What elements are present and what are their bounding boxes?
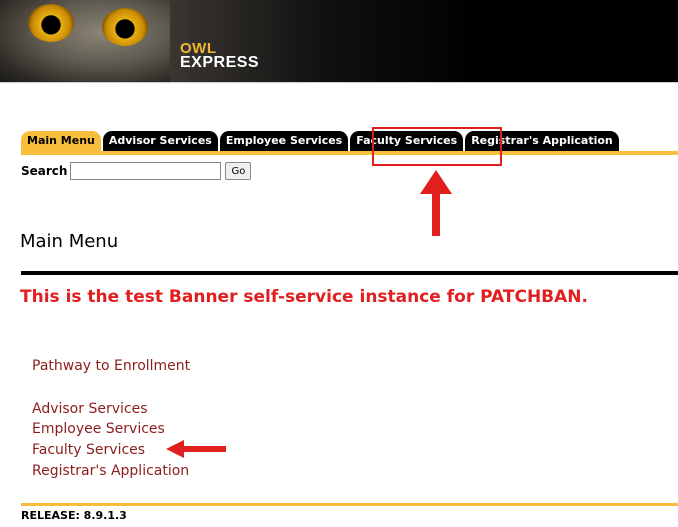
link-pathway-to-enrollment[interactable]: Pathway to Enrollment — [32, 358, 190, 374]
red-arrow-left-icon — [166, 440, 226, 458]
link-advisor-services[interactable]: Advisor Services — [32, 401, 148, 417]
link-employee-services[interactable]: Employee Services — [32, 421, 165, 437]
search-form: Search Go — [21, 162, 252, 180]
tab-employee-services[interactable]: Employee Services — [219, 131, 349, 151]
test-instance-notice: This is the test Banner self-service ins… — [20, 287, 588, 307]
footer-divider — [21, 503, 678, 506]
owl-logo-image — [0, 0, 170, 82]
red-arrow-up-icon — [420, 170, 452, 236]
title-divider — [21, 271, 678, 275]
go-button[interactable]: Go — [225, 162, 252, 180]
faculty-services-highlight-box — [372, 127, 502, 166]
link-registrars-application[interactable]: Registrar's Application — [32, 463, 189, 479]
link-faculty-services[interactable]: Faculty Services — [32, 442, 145, 458]
header-banner: OWL EXPRESS — [0, 0, 678, 83]
owl-express-logo: OWL EXPRESS — [180, 41, 260, 71]
owl-eye-left — [28, 4, 74, 42]
tab-main-menu[interactable]: Main Menu — [21, 131, 101, 151]
search-label: Search — [21, 164, 68, 178]
tab-advisor-services[interactable]: Advisor Services — [102, 131, 218, 151]
page-title: Main Menu — [20, 231, 119, 252]
release-version: RELEASE: 8.9.1.3 — [21, 509, 127, 522]
owl-eye-right — [102, 8, 148, 46]
search-input[interactable] — [70, 162, 222, 180]
logo-line-express: EXPRESS — [180, 54, 260, 71]
main-tab-bar: Main Menu Advisor Services Employee Serv… — [21, 131, 621, 151]
tab-underline-bar — [21, 151, 678, 155]
